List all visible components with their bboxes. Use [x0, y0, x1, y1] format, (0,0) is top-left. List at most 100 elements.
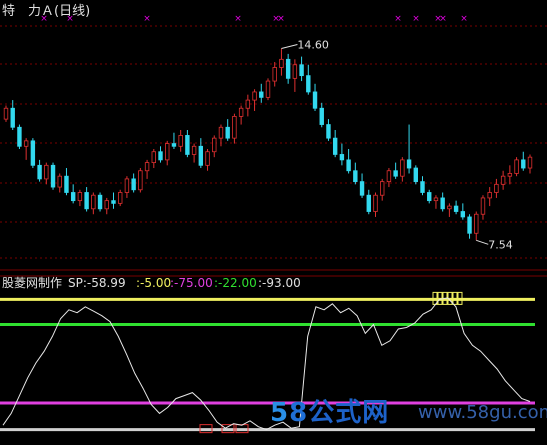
candle: [453, 200, 459, 215]
candle: [138, 168, 143, 193]
signal-marker: ×: [412, 14, 420, 24]
candle: [84, 187, 89, 212]
candle: [50, 162, 56, 190]
candle-body: [332, 137, 338, 155]
candle: [212, 135, 217, 158]
high-pointer: [281, 43, 298, 49]
candle-body: [50, 164, 56, 188]
candle-body: [326, 124, 331, 139]
candle: [373, 192, 378, 217]
candle-body: [252, 91, 257, 101]
low-price-label: 7.54: [488, 238, 513, 251]
stock-chart: 特 力Ａ(日线) × × × × ×× × × ×× × 14.60 7.54 股菱网制作 SP…: [0, 4, 547, 434]
candle: [393, 162, 398, 179]
candle-body: [3, 107, 9, 120]
candle: [10, 100, 15, 130]
candle-body: [138, 170, 143, 191]
candle: [480, 195, 486, 220]
candle-body: [118, 192, 123, 204]
indicator-v1: :-5.00: [136, 276, 171, 290]
candle-body: [319, 107, 324, 125]
candle: [487, 187, 492, 207]
candle-body: [366, 194, 371, 212]
candle: [124, 176, 130, 198]
candle-body: [467, 216, 472, 234]
signal-marker: ×: [143, 14, 151, 24]
candle-body: [84, 192, 89, 210]
candle-body: [279, 58, 284, 68]
candle: [131, 173, 136, 193]
candle: [205, 149, 210, 171]
candle: [447, 203, 452, 217]
candle: [151, 149, 156, 169]
candle: [494, 178, 499, 198]
candle-body: [232, 116, 237, 139]
candle: [218, 124, 224, 147]
candle-body: [359, 181, 365, 196]
candle: [104, 197, 109, 215]
price-gridlines: [0, 25, 547, 259]
candle: [386, 168, 392, 188]
candle: [346, 149, 351, 174]
candle: [144, 159, 150, 179]
candle: [521, 151, 526, 171]
candle: [171, 132, 177, 150]
candle: [400, 157, 405, 182]
candle: [118, 189, 123, 207]
candle-body: [191, 145, 197, 155]
candle-body: [37, 164, 42, 180]
candle-body: [299, 64, 304, 77]
indicator-legend: 股菱网制作 SP:-58.99 :-5.00 :-75.00 :-22.00 :…: [2, 276, 301, 290]
candle-body: [413, 167, 418, 183]
candle-body: [70, 192, 76, 202]
candle: [225, 119, 230, 141]
candle-body: [373, 194, 378, 212]
signal-marker: ×: [439, 14, 447, 24]
candle-body: [23, 140, 29, 147]
candle-body: [285, 58, 291, 79]
watermark-logo: 58公式网: [270, 398, 390, 428]
candle: [420, 176, 425, 196]
candle: [165, 140, 170, 166]
candle-body: [400, 159, 405, 177]
candle: [306, 64, 311, 95]
candle-body: [346, 159, 351, 172]
candle: [380, 178, 385, 201]
candle: [299, 56, 304, 82]
candle: [17, 124, 22, 150]
candle-body: [77, 192, 83, 202]
candle-body: [306, 75, 311, 93]
candle: [158, 146, 163, 163]
indicator-v3: :-22.00: [214, 276, 257, 290]
candle: [259, 83, 264, 103]
candle-body: [97, 194, 103, 210]
candle: [433, 195, 439, 209]
candle-body: [44, 164, 49, 180]
candle: [332, 129, 338, 158]
candle-body: [104, 200, 109, 210]
candle: [97, 192, 103, 212]
watermark-url: www.58gu.com: [418, 402, 547, 423]
candle-body: [17, 126, 22, 147]
candle: [339, 143, 345, 166]
candle: [64, 168, 69, 196]
signal-marker: ×: [234, 14, 242, 24]
candle: [77, 189, 83, 207]
candle: [198, 138, 204, 169]
candle-body: [91, 194, 96, 210]
candle-body: [393, 170, 398, 177]
candle: [178, 129, 183, 152]
candle: [279, 48, 284, 76]
candle-body: [144, 162, 150, 172]
candle-body: [460, 211, 466, 218]
candle-body: [245, 99, 251, 109]
candle-body: [212, 137, 217, 153]
candle-body: [10, 107, 15, 128]
candle: [326, 119, 331, 141]
candle: [353, 162, 358, 185]
candle: [514, 157, 519, 177]
candle: [37, 159, 42, 182]
candle-body: [185, 135, 190, 155]
candle: [57, 173, 62, 193]
candle-body: [198, 145, 204, 166]
